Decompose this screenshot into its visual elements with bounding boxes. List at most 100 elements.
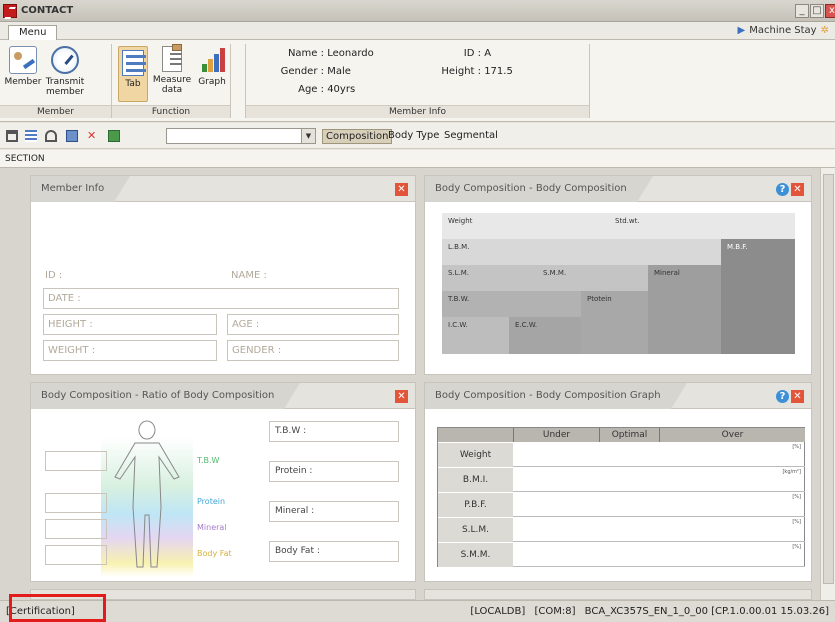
print-icon[interactable] [6, 130, 18, 142]
export-icon[interactable] [108, 130, 120, 142]
label-name: NAME : [231, 270, 267, 281]
panel-member-info: Member Info ✕ ID : NAME : DATE : HEIGHT … [30, 175, 416, 375]
tbw-field[interactable]: T.B.W : [269, 421, 399, 442]
delete-icon[interactable]: ✕ [87, 130, 99, 142]
age-field[interactable]: AGE : [227, 314, 399, 335]
play-arrow-icon: ▶ [737, 25, 746, 36]
list-icon[interactable] [25, 130, 37, 142]
tag-mineral: Mineral [197, 523, 227, 532]
vertical-scrollbar[interactable] [820, 168, 835, 600]
tab-list-icon [122, 50, 146, 76]
bc-stdwt: Std.wt. [615, 217, 640, 225]
workspace: Member Info ✕ ID : NAME : DATE : HEIGHT … [0, 168, 820, 600]
weight-field[interactable]: WEIGHT : [43, 340, 217, 361]
close-icon[interactable]: ✕ [395, 183, 408, 196]
panel-graph: Body Composition - Body Composition Grap… [424, 382, 812, 582]
mineral-field[interactable]: Mineral : [269, 501, 399, 522]
group-member-info: Name : Leonardo Gender : Male Age : 40yr… [245, 44, 590, 118]
bc-lbm: L.B.M. [442, 239, 721, 265]
member-button-label: Member [4, 77, 42, 87]
measure-data-button[interactable]: Measure data [152, 44, 192, 95]
tab-menu[interactable]: Menu [8, 25, 58, 40]
tab-button-label: Tab [125, 79, 141, 89]
row-bar-bmi: [kg/m²] [513, 467, 805, 492]
tag-bodyfat: Body Fat [197, 549, 232, 558]
minimize-button[interactable]: _ [795, 4, 809, 18]
body-figure-icon [101, 420, 193, 577]
row-bar-smm: [%] [513, 542, 805, 567]
transmit-member-button[interactable]: Transmit member [44, 46, 86, 97]
title-bar: CONTACT _ □ x [0, 0, 835, 22]
measure-data-label: Measure data [152, 75, 192, 95]
tbw-box [45, 451, 107, 471]
bc-icw: I.C.W. [442, 317, 509, 354]
member-button[interactable]: Member [4, 46, 42, 87]
gender-field[interactable]: GENDER : [227, 340, 399, 361]
close-icon[interactable]: ✕ [395, 390, 408, 403]
composition-button[interactable]: Composition [322, 129, 393, 144]
machine-stay-button[interactable]: ▶ Machine Stay ✲ [738, 25, 829, 36]
panel-title: Body Composition - Body Composition Grap… [425, 383, 687, 409]
status-info: [LOCALDB] [COM:8] BCA_XC357S_EN_1_0_00 [… [464, 605, 829, 619]
bodyfat-field[interactable]: Body Fat : [269, 541, 399, 562]
panel-header: Member Info ✕ [31, 176, 415, 202]
tools-icon[interactable]: ✲ [821, 25, 829, 36]
app-logo-icon [3, 4, 17, 18]
bc-protein: Ptotein [581, 291, 648, 354]
tag-protein: Protein [197, 497, 226, 506]
panel-header: Body Composition - Body Composition Grap… [425, 383, 811, 409]
protein-field[interactable]: Protein : [269, 461, 399, 482]
header-optimal: Optimal [599, 428, 659, 442]
bc-mineral: Mineral [648, 265, 721, 354]
row-label-weight: Weight [438, 442, 513, 467]
info-gender: Gender : Male [280, 66, 351, 77]
save-icon[interactable] [66, 130, 78, 142]
close-icon[interactable]: ✕ [791, 183, 804, 196]
chevron-down-icon[interactable]: ▼ [301, 129, 315, 143]
tab-button[interactable]: Tab [118, 46, 148, 102]
close-icon[interactable]: ✕ [791, 390, 804, 403]
segmental-button[interactable]: Segmental [441, 129, 501, 142]
group-member-label: Member [0, 105, 111, 118]
info-id: ID : A [463, 48, 492, 59]
bc-ecw: E.C.W. [509, 317, 581, 354]
protein-box [45, 493, 107, 513]
info-height: Height : 171.5 [441, 66, 513, 77]
header-under: Under [513, 428, 599, 442]
info-name: Name : Leonardo [287, 48, 374, 59]
height-field[interactable]: HEIGHT : [43, 314, 217, 335]
group-function-label: Function [112, 105, 230, 118]
bodyfat-box [45, 545, 107, 565]
date-field[interactable]: DATE : [43, 288, 399, 309]
tag-tbw: T.B.W [197, 456, 220, 465]
ribbon-tabs: Menu ▶ Machine Stay ✲ [0, 22, 835, 40]
bc-mbf: M.B.F. [721, 239, 795, 354]
graph-button[interactable]: Graph [196, 46, 228, 87]
toolbar: ✕ ▼ Composition Body Type Segmental [0, 123, 835, 149]
member-icon [9, 46, 37, 74]
maximize-button[interactable]: □ [810, 4, 824, 18]
scrollbar-thumb[interactable] [823, 174, 834, 584]
label-id: ID : [45, 270, 63, 281]
panel-title: Body Composition - Ratio of Body Composi… [31, 383, 301, 409]
db-status: [LOCALDB] [470, 606, 526, 617]
group-function: Tab Measure data Graph Function [112, 44, 231, 118]
row-label-slm: S.L.M. [438, 517, 513, 542]
status-bar: [Certification] [LOCALDB] [COM:8] BCA_XC… [0, 600, 835, 622]
measure-icon[interactable] [45, 130, 57, 142]
panel-body-composition: Body Composition - Body Composition ? ✕ … [424, 175, 812, 375]
section-combo[interactable]: ▼ [166, 128, 316, 144]
bc-tbw: T.B.W. [442, 291, 581, 317]
help-icon[interactable]: ? [776, 390, 789, 403]
row-bar-weight: [%] [513, 442, 805, 467]
close-window-button[interactable]: x [825, 4, 835, 18]
window-title: CONTACT [21, 5, 74, 16]
header-blank [438, 428, 513, 442]
graph-button-label: Graph [198, 77, 226, 87]
mineral-box [45, 519, 107, 539]
body-type-button[interactable]: Body Type [385, 129, 442, 142]
panel-partial-right [424, 589, 812, 600]
help-icon[interactable]: ? [776, 183, 789, 196]
bc-smm: S.M.M. [543, 269, 567, 277]
group-member-info-label: Member Info [246, 105, 589, 118]
